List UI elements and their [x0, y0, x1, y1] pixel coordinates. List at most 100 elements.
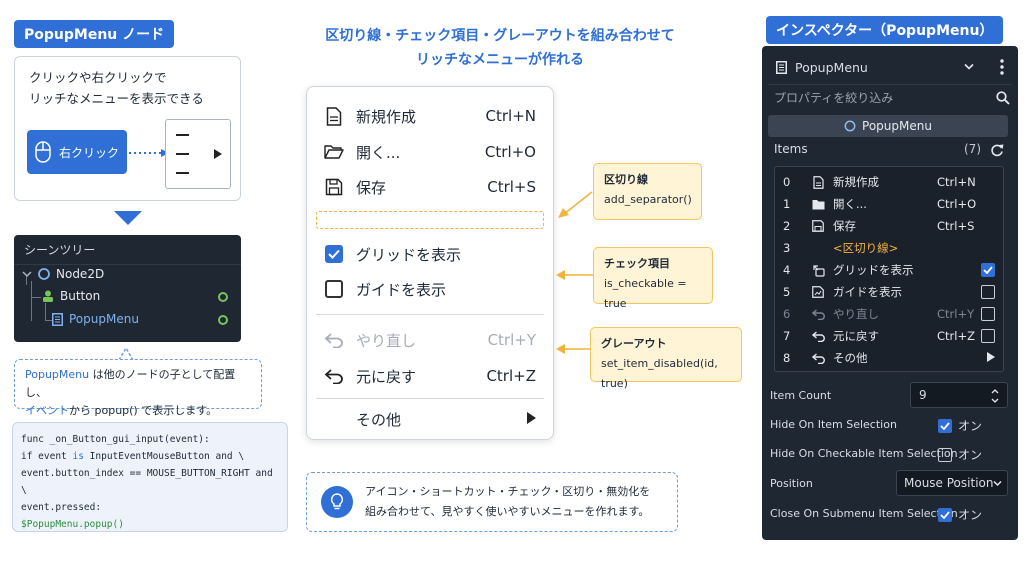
description-card: クリックや右クリックで リッチなメニューを表示できる 右クリック	[14, 56, 241, 201]
flow-down-arrow-icon	[114, 211, 142, 225]
menu-line-icon	[176, 134, 189, 136]
right-click-label: 右クリック	[58, 145, 119, 160]
more-options-icon[interactable]	[1000, 59, 1004, 75]
undo-icon	[811, 351, 825, 365]
menu-item-guide[interactable]: ガイドを表示	[307, 274, 553, 304]
list-item[interactable]: 2 保存 Ctrl+S	[775, 215, 1003, 237]
checkbox-checked-icon[interactable]	[981, 263, 995, 277]
headline-2: リッチなメニューが作れる	[416, 52, 584, 68]
callout-checkable: チェック項目 is_checkable = true	[593, 247, 713, 310]
popupmenu-node-icon	[776, 60, 787, 74]
checkbox-unchecked-icon[interactable]	[325, 280, 343, 298]
node-type-selector[interactable]: PopupMenu	[768, 54, 1012, 80]
tip-line-1: アイコン・ショートカット・チェック・区切り・無効化を	[365, 485, 651, 498]
menu-item-undo[interactable]: 元に戻す Ctrl+Z	[307, 361, 553, 391]
mini-menu-illustration	[165, 119, 231, 189]
list-item[interactable]: 1 開く... Ctrl+O	[775, 193, 1003, 215]
guide-icon	[811, 285, 825, 299]
checkbox-checked-icon[interactable]	[325, 245, 343, 263]
tree-node-button[interactable]: Button	[42, 289, 100, 303]
menu-item-grid[interactable]: グリッドを表示	[307, 239, 553, 269]
item-count-field[interactable]: 9	[910, 382, 1008, 408]
tree-node-node2d[interactable]: Node2D	[22, 267, 104, 281]
dashed-separator	[316, 211, 544, 229]
chevron-down-icon	[993, 480, 1002, 487]
inspector-panel: PopupMenu プロパティを絞り込み PopupMenu Items (7)…	[762, 46, 1018, 540]
scene-tree-title: シーンツリー	[14, 235, 241, 265]
menu-item-new[interactable]: 新規作成 Ctrl+N	[307, 101, 553, 131]
tip-box: アイコン・ショートカット・チェック・区切り・無効化を 組み合わせて、見やすく使い…	[306, 472, 678, 532]
folder-open-icon	[324, 142, 344, 162]
filter-placeholder: プロパティを絞り込み	[774, 91, 894, 105]
lightbulb-icon	[321, 486, 353, 518]
inspector-tag: インスペクター（PopupMenu）	[766, 16, 1004, 44]
items-list: 0 新規作成 Ctrl+N 1 開く... Ctrl+O 2 保存 Ctrl+S…	[774, 166, 1004, 372]
prop-hide-on-checkable: Hide On Checkable Item Selection オン	[770, 446, 983, 463]
undo-icon	[811, 329, 825, 343]
hide-on-checkable-toggle[interactable]: オン	[938, 446, 982, 463]
new-file-icon	[811, 175, 825, 189]
dotted-arrow-icon	[129, 149, 169, 157]
list-item[interactable]: 5 ガイドを表示	[775, 281, 1003, 303]
code-snippet: func _on_Button_gui_input(event): if eve…	[12, 422, 288, 532]
list-item[interactable]: 6 やり直し Ctrl+Y	[775, 303, 1003, 325]
callout-separator: 区切り線 add_separator()	[593, 163, 702, 220]
menu-item-redo[interactable]: やり直し Ctrl+Y	[307, 325, 553, 355]
items-label: Items	[774, 142, 808, 156]
checkbox-unchecked-icon[interactable]	[981, 307, 995, 321]
popup-menu-preview: 新規作成 Ctrl+N 開く... Ctrl+O 保存 Ctrl+S グリッドを…	[306, 86, 554, 440]
node-circle-icon	[844, 120, 856, 132]
node-name: Node2D	[56, 267, 105, 281]
code-line: if event is InputEventMouseButton and \	[21, 451, 245, 462]
property-filter[interactable]: プロパティを絞り込み	[768, 84, 1012, 110]
popup-usage-note: PopupMenu は他のノードの子として配置し、 イベントから popup()…	[14, 359, 262, 417]
code-line: event.pressed:	[21, 502, 102, 513]
submenu-arrow-icon	[214, 149, 222, 159]
prop-item-count: Item Count 9	[770, 381, 1010, 409]
hide-on-item-toggle[interactable]: オン	[938, 417, 982, 434]
list-item[interactable]: 4 グリッドを表示	[775, 259, 1003, 281]
list-item[interactable]: 7 元に戻す Ctrl+Z	[775, 325, 1003, 347]
list-item[interactable]: 0 新規作成 Ctrl+N	[775, 171, 1003, 193]
checkbox-unchecked-icon[interactable]	[981, 285, 995, 299]
scene-tree-panel: シーンツリー Node2D Button PopupMenu	[14, 235, 241, 342]
chevron-down-icon[interactable]	[964, 63, 974, 71]
code-line: $PopupMenu.popup()	[21, 519, 124, 530]
prop-close-on-submenu: Close On Submenu Item Selection オン	[770, 506, 983, 523]
callout-arrow-icon	[556, 270, 594, 280]
callout-disabled: グレーアウト set_item_disabled(id, true)	[590, 327, 742, 390]
checkbox-unchecked-icon[interactable]	[938, 447, 952, 462]
search-icon[interactable]	[996, 91, 1010, 105]
list-item[interactable]: 8 その他	[775, 347, 1003, 369]
desc-line-2: リッチなメニューを表示できる	[29, 91, 204, 106]
code-line: event.button_index == MOUSE_BUTTON_RIGHT…	[21, 468, 273, 496]
prop-hide-on-item: Hide On Item Selection オン	[770, 417, 983, 434]
tree-node-popupmenu[interactable]: PopupMenu	[52, 312, 139, 326]
submenu-arrow-icon	[527, 410, 536, 428]
callout-arrow-icon	[558, 191, 593, 218]
folder-icon	[811, 197, 825, 211]
position-dropdown[interactable]: Mouse Position	[896, 470, 1008, 496]
menu-item-save[interactable]: 保存 Ctrl+S	[307, 172, 553, 202]
tip-line-2: 組み合わせて、見やすく使いやすいメニューを作れます。	[365, 505, 650, 518]
menu-line-icon	[176, 153, 189, 155]
popupmenu-node-button[interactable]: PopupMenu	[768, 115, 1008, 137]
spinner-arrows-icon[interactable]	[991, 388, 999, 404]
list-item[interactable]: 3 <区切り線>	[775, 237, 1003, 259]
visibility-ring-icon[interactable]	[218, 315, 228, 325]
visibility-ring-icon[interactable]	[218, 292, 228, 302]
checkbox-checked-icon[interactable]	[938, 418, 952, 433]
save-icon	[811, 219, 825, 233]
close-on-submenu-toggle[interactable]: オン	[938, 506, 982, 523]
redo-icon	[811, 307, 825, 321]
desc-line-1: クリックや右クリックで	[29, 70, 167, 85]
separator-line	[316, 314, 544, 315]
checkbox-unchecked-icon[interactable]	[981, 329, 995, 343]
menu-item-open[interactable]: 開く... Ctrl+O	[307, 137, 553, 167]
node-type-label: PopupMenu	[795, 59, 868, 75]
prop-position: Position Mouse Position	[770, 469, 1010, 497]
code-line: func _on_Button_gui_input(event):	[21, 434, 210, 445]
menu-item-other[interactable]: その他	[307, 404, 553, 434]
checkbox-checked-icon[interactable]	[938, 507, 952, 522]
reload-icon[interactable]	[990, 143, 1004, 157]
